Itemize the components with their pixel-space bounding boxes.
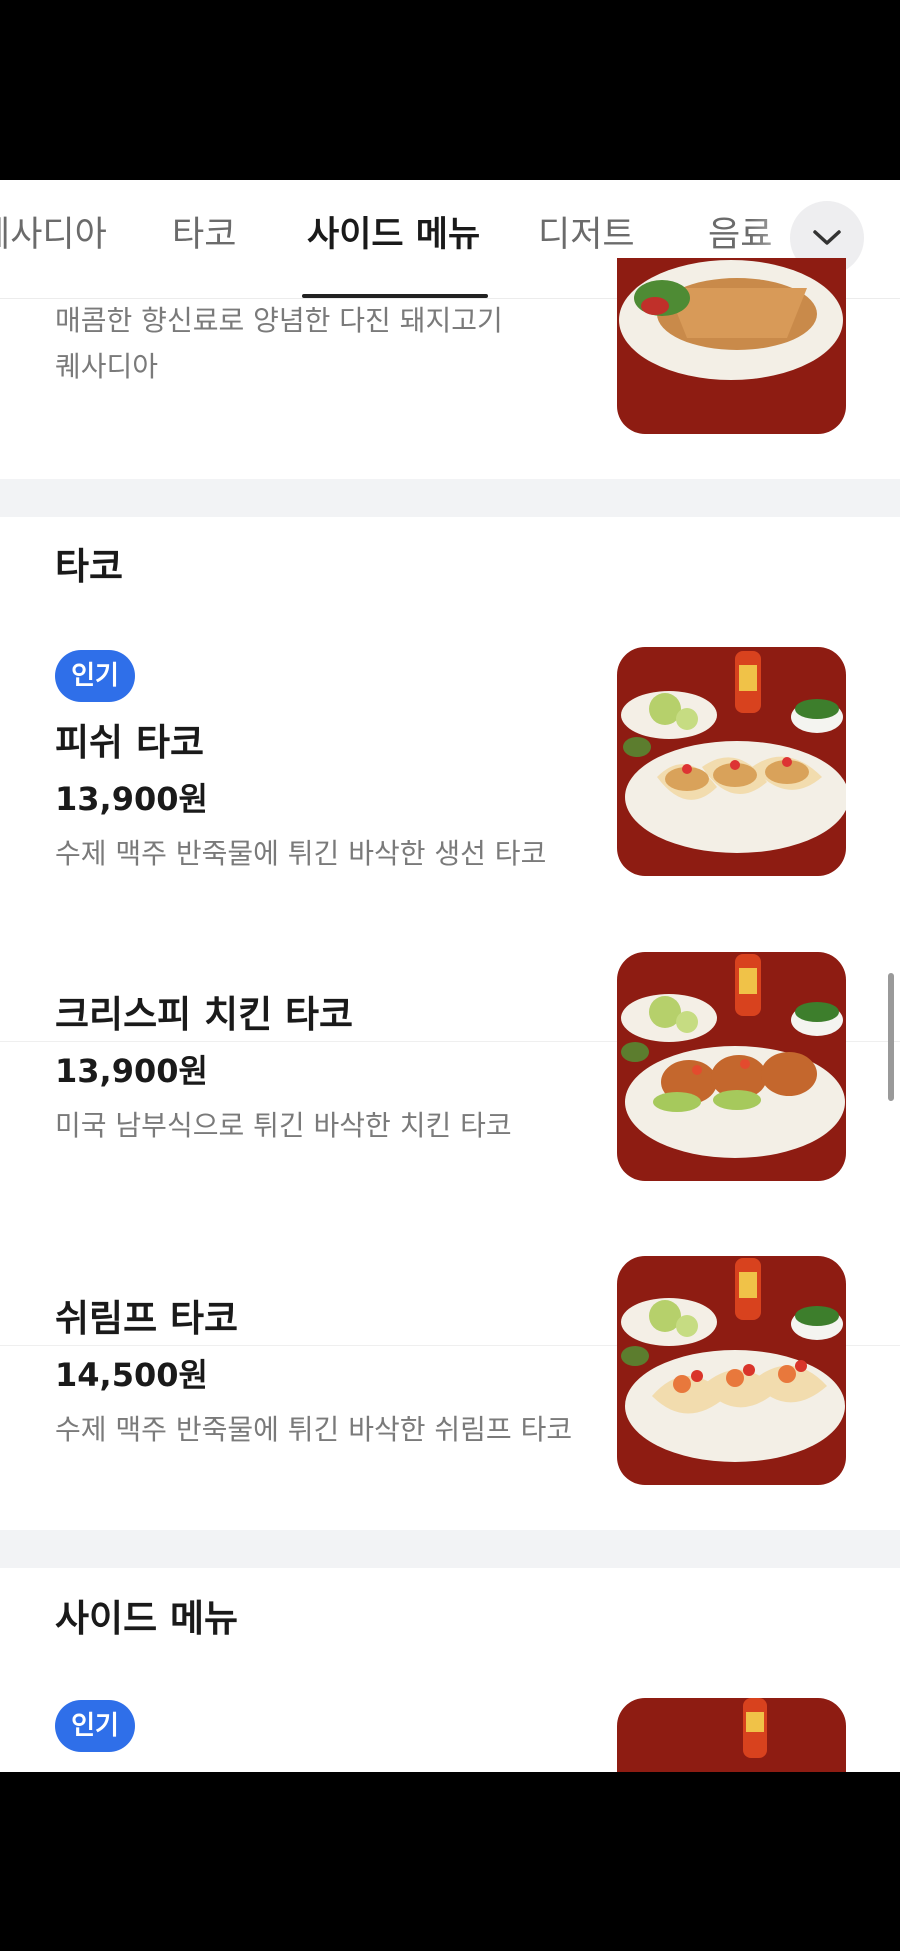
chevron-down-icon	[813, 230, 841, 245]
section-title-taco: 타코	[55, 545, 124, 588]
side-menu-image[interactable]	[617, 1698, 846, 1772]
item-desc: 미국 남부식으로 튀긴 바삭한 치킨 타코	[55, 1109, 512, 1142]
item-name[interactable]: 크리스피 치킨 타코	[55, 984, 353, 1038]
side-menu-photo	[617, 1698, 846, 1772]
item-name[interactable]: 피쉬 타코	[55, 712, 204, 766]
fish-taco-image[interactable]	[617, 647, 846, 876]
tab-taco[interactable]: 타코	[172, 210, 236, 260]
item-price: 14,500원	[55, 1356, 208, 1394]
shrimp-taco-photo	[617, 1256, 846, 1485]
item-desc: 수제 맥주 반죽물에 튀긴 바삭한 쉬림프 타코	[55, 1413, 573, 1446]
item-name[interactable]: 쉬림프 타코	[55, 1288, 238, 1342]
item-price: 13,900원	[55, 1052, 208, 1090]
tab-quesadilla[interactable]: 퀘사디아	[0, 210, 107, 260]
quesadilla-photo	[617, 258, 846, 434]
prev-item-image[interactable]	[617, 258, 846, 434]
section-title-side-menu: 사이드 메뉴	[55, 1597, 239, 1640]
fish-taco-photo	[617, 647, 846, 876]
tab-side-menu[interactable]: 사이드 메뉴	[307, 210, 480, 260]
section-separator	[0, 479, 900, 517]
item-desc: 수제 맥주 반죽물에 튀긴 바삭한 생선 타코	[55, 837, 547, 870]
prev-item-desc: 매콤한 향신료로 양념한 다진 돼지고기 퀘사디아	[55, 304, 503, 383]
status-bar-area	[0, 0, 900, 180]
navigation-bar-area	[0, 1772, 900, 1951]
shrimp-taco-image[interactable]	[617, 1256, 846, 1485]
chicken-taco-image[interactable]	[617, 952, 846, 1181]
scrollbar[interactable]	[888, 973, 894, 1101]
menu-screen: 퀘사디아 타코 사이드 메뉴 디저트 음료 매콤한 향신료로 양념한 다진 돼지…	[0, 180, 900, 1772]
section-separator	[0, 1530, 900, 1568]
popular-badge: 인기	[55, 650, 135, 702]
tab-dessert[interactable]: 디저트	[538, 210, 635, 260]
popular-badge: 인기	[55, 1700, 135, 1752]
chicken-taco-photo	[617, 952, 846, 1181]
item-price: 13,900원	[55, 780, 208, 818]
